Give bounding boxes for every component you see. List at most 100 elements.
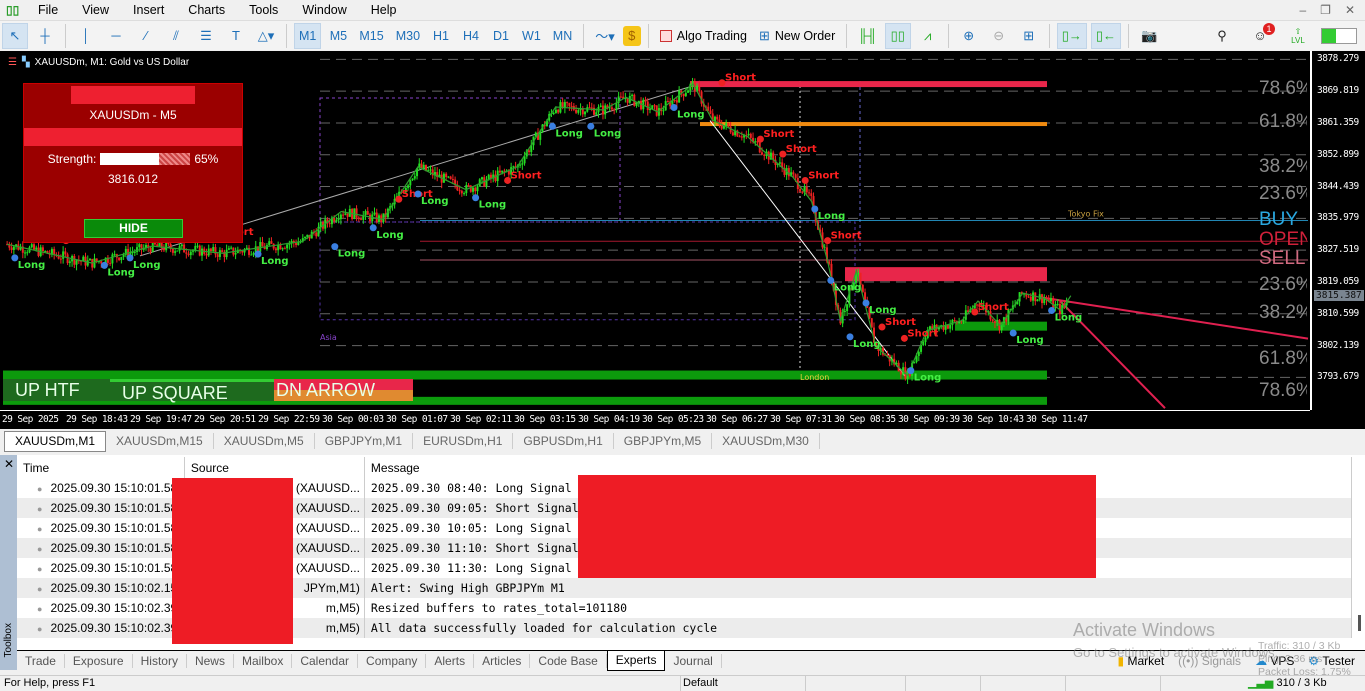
zoom-out-icon[interactable]: ⊖	[986, 23, 1012, 49]
line-chart-icon[interactable]: ⩘	[915, 23, 941, 49]
chart-tab[interactable]: XAUUSDm,M5	[214, 433, 315, 449]
chart-tab[interactable]: EURUSDm,H1	[413, 433, 514, 449]
toolbox-tab-experts[interactable]: Experts	[606, 650, 666, 671]
candle-body	[270, 241, 273, 244]
restore-icon[interactable]: ❐	[1320, 3, 1331, 17]
shapes-icon[interactable]: △▾	[253, 23, 279, 49]
close-icon[interactable]: ✕	[1345, 3, 1355, 17]
trendline-icon[interactable]: ⁄	[133, 23, 159, 49]
toolbox-tab-news[interactable]: News	[187, 653, 234, 668]
short-signal-label: Short	[763, 129, 794, 140]
toolbox-tab-history[interactable]: History	[133, 653, 187, 668]
toolbox-tab-exposure[interactable]: Exposure	[65, 653, 133, 668]
screenshot-icon[interactable]: 📷	[1136, 23, 1162, 49]
time-tick: 29 Sep 20:51	[194, 414, 256, 425]
candle-body	[615, 102, 618, 110]
candle-body	[411, 178, 414, 181]
short-signal-label: Short	[978, 302, 1009, 313]
scrollbar[interactable]	[1358, 615, 1361, 631]
text-tool-icon[interactable]: T	[223, 23, 249, 49]
minimize-icon[interactable]: –	[1299, 3, 1306, 17]
bar-chart-icon[interactable]: ╟╢	[854, 23, 880, 49]
candle-body	[554, 109, 557, 113]
menu-help[interactable]: Help	[359, 3, 409, 17]
zoom-in-icon[interactable]: ⊕	[956, 23, 982, 49]
close-toolbox-icon[interactable]: ✕	[4, 457, 14, 471]
timeframe-h1[interactable]: H1	[428, 23, 454, 49]
toolbox-tab-mailbox[interactable]: Mailbox	[234, 653, 293, 668]
timeframe-m15[interactable]: M15	[355, 23, 387, 49]
candle-body	[174, 251, 177, 253]
toolbox-tab-trade[interactable]: Trade	[17, 653, 65, 668]
chart-tab[interactable]: XAUUSDm,M30	[712, 433, 820, 449]
candle-body	[619, 96, 622, 98]
candle-body	[35, 247, 38, 250]
menu-view[interactable]: View	[70, 3, 121, 17]
menu-file[interactable]: File	[26, 3, 70, 17]
algo-trading-button[interactable]: Algo Trading	[656, 23, 751, 49]
horizontal-line-icon[interactable]: ─	[103, 23, 129, 49]
candle-body	[286, 244, 289, 249]
cursor-tool-icon[interactable]: ↖	[2, 22, 28, 49]
dollar-icon[interactable]: $	[622, 25, 641, 46]
price-tick: 3793.679	[1317, 371, 1359, 383]
candle-body	[731, 132, 734, 136]
candle-body	[808, 192, 811, 194]
fib-level-label: 23.6%	[1259, 182, 1307, 204]
timeframe-h4[interactable]: H4	[458, 23, 484, 49]
menu-insert[interactable]: Insert	[121, 3, 176, 17]
dn-arrow-label: DN ARROW	[274, 379, 413, 401]
tile-windows-icon[interactable]: ⊞	[1016, 23, 1042, 49]
price-axis[interactable]: 3878.279 3869.819 3861.359 3852.899 3844.439…	[1310, 51, 1365, 410]
search-icon[interactable]: ⚲	[1209, 23, 1235, 49]
toolbox-tab-code-base[interactable]: Code Base	[530, 653, 607, 668]
toolbox-tab-calendar[interactable]: Calendar	[292, 653, 359, 668]
vertical-line-icon[interactable]: │	[73, 23, 99, 49]
chart-tab[interactable]: GBPJPYm,M5	[614, 433, 713, 449]
toolbox-tab-alerts[interactable]: Alerts	[426, 653, 475, 668]
toolbox-tab-company[interactable]: Company	[358, 653, 427, 668]
time-axis[interactable]: 29 Sep 2025 29 Sep 18:43 29 Sep 19:47 29 Se…	[0, 410, 1310, 429]
connection-status[interactable]: ▁▃▅ 310 / 3 Kb	[1248, 676, 1327, 691]
new-order-button[interactable]: ⊞ New Order	[755, 23, 839, 49]
candle-body	[716, 116, 719, 120]
fib-level-label: 61.8%	[1259, 347, 1307, 369]
auto-scroll-icon[interactable]: ▯→	[1056, 22, 1087, 49]
col-source[interactable]: Source	[184, 457, 365, 478]
candle-body	[183, 244, 186, 253]
chart-tab[interactable]: XAUUSDm,M1	[4, 430, 107, 452]
timeframe-w1[interactable]: W1	[518, 23, 545, 49]
crosshair-tool-icon[interactable]: ┼	[32, 23, 58, 49]
status-profile[interactable]: Default	[680, 676, 718, 691]
fibonacci-icon[interactable]: ☰	[193, 23, 219, 49]
toolbox-tab-articles[interactable]: Articles	[474, 653, 531, 668]
candlestick-chart-icon[interactable]: ▯▯	[884, 22, 911, 49]
lvl-icon[interactable]: ⇧ LVL	[1285, 23, 1311, 49]
timeframe-m5[interactable]: M5	[325, 23, 351, 49]
long-signal-label: Long	[338, 249, 366, 260]
menu-tools[interactable]: Tools	[237, 3, 290, 17]
account-icon[interactable]: ☺ 1	[1247, 22, 1275, 49]
candle-body	[109, 262, 112, 264]
chart-tabs: XAUUSDm,M1 XAUUSDm,M15 XAUUSDm,M5 GBPJPYm,M…	[0, 430, 1365, 452]
col-time[interactable]: Time	[17, 457, 185, 478]
candle-body	[30, 244, 33, 248]
price-chart[interactable]: LongShortLongLongShortLongLongLongShortL…	[0, 51, 1365, 429]
timeframe-mn[interactable]: MN	[549, 23, 576, 49]
candle-body	[566, 102, 569, 104]
timeframe-m1[interactable]: M1	[294, 22, 322, 49]
candle-body	[209, 248, 212, 252]
candle-body	[469, 185, 472, 192]
indicators-icon[interactable]: 〜▾	[591, 23, 619, 49]
chart-shift-icon[interactable]: ▯←	[1090, 22, 1122, 49]
hide-button[interactable]: HIDE	[84, 219, 183, 238]
toolbox-tab-journal[interactable]: Journal	[665, 653, 722, 668]
timeframe-d1[interactable]: D1	[488, 23, 514, 49]
menu-charts[interactable]: Charts	[176, 3, 237, 17]
channel-icon[interactable]: ⫽	[163, 23, 189, 49]
menu-window[interactable]: Window	[290, 3, 358, 17]
chart-tab[interactable]: XAUUSDm,M15	[106, 433, 214, 449]
chart-tab[interactable]: GBPUSDm,H1	[513, 433, 614, 449]
chart-tab[interactable]: GBPJPYm,M1	[315, 433, 414, 449]
timeframe-m30[interactable]: M30	[392, 23, 424, 49]
